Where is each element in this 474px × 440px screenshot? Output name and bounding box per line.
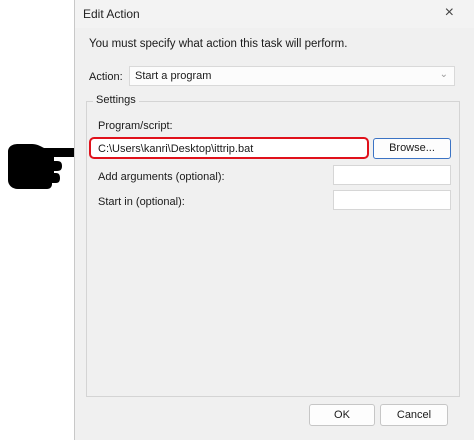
start-in-label: Start in (optional): xyxy=(98,196,185,208)
start-in-input[interactable] xyxy=(333,190,451,210)
add-arguments-label: Add arguments (optional): xyxy=(98,171,225,183)
settings-legend: Settings xyxy=(93,94,139,106)
title-bar: Edit Action × xyxy=(75,0,474,28)
action-dropdown[interactable]: Start a program ⌄ xyxy=(129,66,455,86)
action-selected-value: Start a program xyxy=(135,70,212,82)
edit-action-dialog: Edit Action × You must specify what acti… xyxy=(74,0,474,440)
action-label: Action: xyxy=(89,71,123,83)
program-script-input[interactable]: C:\Users\kanri\Desktop\ittrip.bat xyxy=(89,137,369,159)
instruction-text: You must specify what action this task w… xyxy=(89,38,348,50)
program-script-value: C:\Users\kanri\Desktop\ittrip.bat xyxy=(98,143,254,155)
ok-button[interactable]: OK xyxy=(309,404,375,426)
chevron-down-icon: ⌄ xyxy=(439,69,448,80)
cancel-button[interactable]: Cancel xyxy=(380,404,448,426)
browse-button[interactable]: Browse... xyxy=(373,138,451,159)
close-icon[interactable]: × xyxy=(445,4,454,22)
program-script-label: Program/script: xyxy=(98,120,173,132)
window-title: Edit Action xyxy=(83,7,140,21)
add-arguments-input[interactable] xyxy=(333,165,451,185)
